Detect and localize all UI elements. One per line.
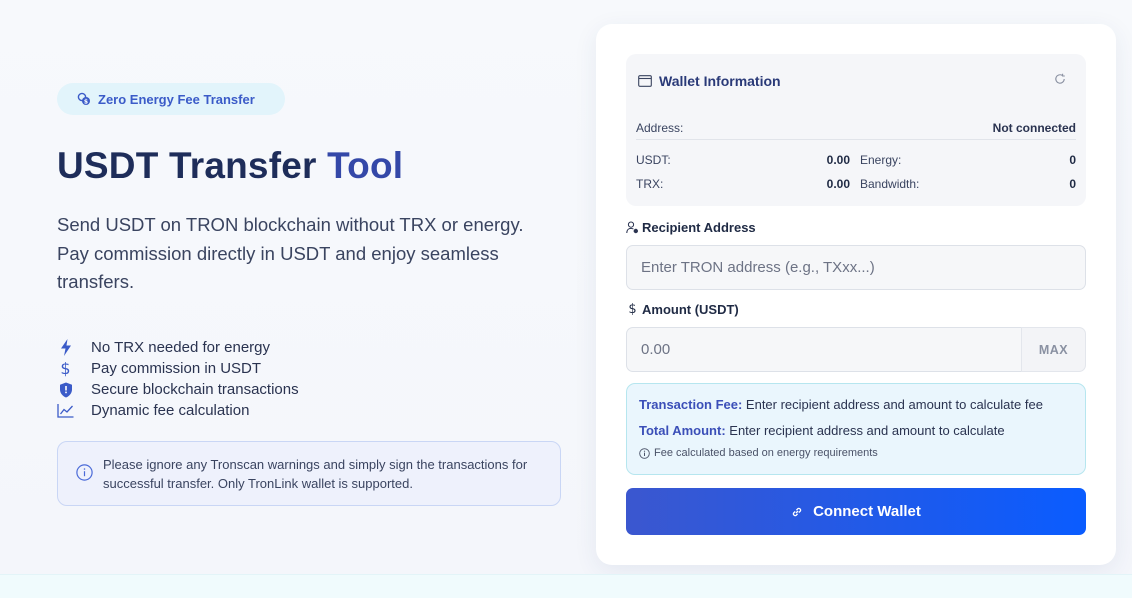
energy-label: Energy: xyxy=(860,153,902,167)
bandwidth-label: Bandwidth: xyxy=(860,177,920,191)
amount-label-text: Amount (USDT) xyxy=(642,302,739,317)
amount-input[interactable] xyxy=(626,327,1021,372)
feature-label: Dynamic fee calculation xyxy=(91,402,250,419)
trx-label: TRX: xyxy=(636,177,664,191)
transaction-fee-key: Transaction Fee: xyxy=(639,397,743,412)
fee-note: Fee calculated based on energy requireme… xyxy=(639,447,878,459)
total-amount-row: Total Amount: Enter recipient address an… xyxy=(639,423,1005,438)
max-button[interactable]: MAX xyxy=(1021,327,1086,372)
energy-value: 0 xyxy=(1069,153,1076,167)
fee-note-text: Fee calculated based on energy requireme… xyxy=(654,447,878,459)
connect-wallet-label: Connect Wallet xyxy=(813,503,921,520)
usdt-value: 0.00 xyxy=(826,153,850,167)
feature-item: Secure blockchain transactions xyxy=(57,379,299,400)
wallet-title: Wallet Information xyxy=(659,73,781,89)
feature-label: No TRX needed for energy xyxy=(91,339,270,356)
info-icon xyxy=(76,464,93,481)
svg-text:$: $ xyxy=(84,98,88,105)
transaction-fee-row: Transaction Fee: Enter recipient address… xyxy=(639,397,1043,412)
feature-item: No TRX needed for energy xyxy=(57,337,299,358)
recipient-label: Recipient Address xyxy=(626,220,756,235)
balance-grid: USDT: 0.00 Energy: 0 TRX: 0.00 Bandwidth… xyxy=(636,148,1076,196)
balance-row: USDT: 0.00 Energy: 0 xyxy=(636,148,1076,172)
coins-icon: $ xyxy=(77,92,91,106)
total-amount-value: Enter recipient address and amount to ca… xyxy=(725,423,1005,438)
balance-row: TRX: 0.00 Bandwidth: 0 xyxy=(636,172,1076,196)
connect-wallet-button[interactable]: Connect Wallet xyxy=(626,488,1086,535)
chart-line-icon xyxy=(57,402,74,419)
amount-field-group: MAX xyxy=(626,327,1086,372)
wallet-icon xyxy=(638,74,652,88)
feature-label: Pay commission in USDT xyxy=(91,360,262,377)
recipient-label-text: Recipient Address xyxy=(642,220,756,235)
user-key-icon xyxy=(626,221,639,234)
refresh-icon[interactable] xyxy=(1054,72,1066,84)
fee-summary-panel: Transaction Fee: Enter recipient address… xyxy=(626,383,1086,475)
amount-label: $ Amount (USDT) xyxy=(626,302,739,317)
total-amount-key: Total Amount: xyxy=(639,423,726,438)
transaction-fee-value: Enter recipient address and amount to ca… xyxy=(742,397,1043,412)
feature-item: Dynamic fee calculation xyxy=(57,400,299,421)
lightning-icon xyxy=(57,339,74,356)
usdt-label: USDT: xyxy=(636,153,671,167)
trx-value: 0.00 xyxy=(826,177,850,191)
feature-item: $ Pay commission in USDT xyxy=(57,358,299,379)
hero-description: Send USDT on TRON blockchain without TRX… xyxy=(57,214,524,292)
recipient-address-input[interactable] xyxy=(626,245,1086,290)
wallet-info-panel: Wallet Information Address: Not connecte… xyxy=(626,54,1086,206)
transfer-card: Wallet Information Address: Not connecte… xyxy=(596,24,1116,565)
bottom-strip xyxy=(0,574,1132,598)
dollar-icon: $ xyxy=(628,302,637,317)
address-label: Address: xyxy=(636,120,684,135)
address-value: Not connected xyxy=(992,120,1076,135)
feature-label: Secure blockchain transactions xyxy=(91,381,299,398)
notice-text: Please ignore any Tronscan warnings and … xyxy=(103,457,528,491)
shield-icon xyxy=(57,381,74,398)
info-icon xyxy=(639,447,650,459)
badge-label: Zero Energy Fee Transfer xyxy=(98,91,255,107)
wallet-header: Wallet Information xyxy=(638,73,781,89)
address-row: Address: Not connected xyxy=(636,116,1076,140)
bandwidth-value: 0 xyxy=(1069,177,1076,191)
link-icon xyxy=(791,506,803,518)
tronscan-notice: Please ignore any Tronscan warnings and … xyxy=(57,441,561,506)
page: $ Zero Energy Fee Transfer USDT Transfer… xyxy=(0,0,1132,598)
dollar-icon: $ xyxy=(60,359,71,378)
title-main: USDT Transfer xyxy=(57,145,328,186)
zero-fee-badge: $ Zero Energy Fee Transfer xyxy=(57,83,285,115)
title-accent: Tool xyxy=(327,145,404,186)
page-title: USDT Transfer Tool xyxy=(57,145,403,187)
feature-list: No TRX needed for energy $ Pay commissio… xyxy=(57,337,299,421)
